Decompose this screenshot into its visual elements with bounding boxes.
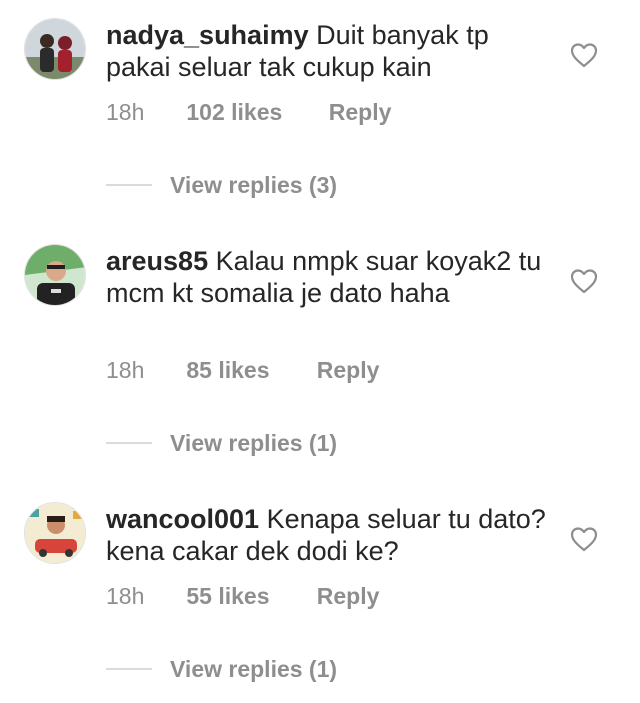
comment-likes[interactable]: 102 likes [186, 99, 322, 126]
comment-meta: 18h 55 likes Reply [106, 583, 379, 610]
heart-outline-icon[interactable] [570, 526, 598, 552]
user-avatar[interactable] [24, 244, 86, 306]
view-replies-label[interactable]: View replies (3) [170, 172, 337, 199]
view-replies-label[interactable]: View replies (1) [170, 430, 337, 457]
reply-button[interactable]: Reply [329, 99, 392, 126]
replies-divider [106, 442, 152, 444]
comment-time: 18h [106, 99, 145, 125]
replies-divider [106, 668, 152, 670]
comment-time: 18h [106, 357, 145, 383]
reply-button[interactable]: Reply [317, 583, 380, 610]
comment-text: wancool001 Kenapa seluar tu dato?kena ca… [106, 503, 546, 567]
heart-outline-icon[interactable] [570, 268, 598, 294]
reply-button[interactable]: Reply [317, 357, 380, 384]
view-replies-button[interactable]: View replies (1) [106, 654, 337, 684]
comment-text: areus85 Kalau nmpk suar koyak2 tu mcm kt… [106, 245, 546, 309]
comment-time: 18h [106, 583, 145, 609]
comment-username[interactable]: wancool001 [106, 504, 259, 534]
user-avatar[interactable] [24, 18, 86, 80]
view-replies-button[interactable]: View replies (3) [106, 170, 337, 200]
comment-likes[interactable]: 85 likes [186, 357, 310, 384]
user-avatar[interactable] [24, 502, 86, 564]
replies-divider [106, 184, 152, 186]
view-replies-button[interactable]: View replies (1) [106, 428, 337, 458]
heart-outline-icon[interactable] [570, 42, 598, 68]
comment-meta: 18h 85 likes Reply [106, 357, 379, 384]
comment-username[interactable]: nadya_suhaimy [106, 20, 309, 50]
comment-text: nadya_suhaimy Duit banyak tp pakai selua… [106, 19, 546, 83]
comment-username[interactable]: areus85 [106, 246, 208, 276]
comment-likes[interactable]: 55 likes [186, 583, 310, 610]
view-replies-label[interactable]: View replies (1) [170, 656, 337, 683]
comment-meta: 18h 102 likes Reply [106, 99, 391, 126]
